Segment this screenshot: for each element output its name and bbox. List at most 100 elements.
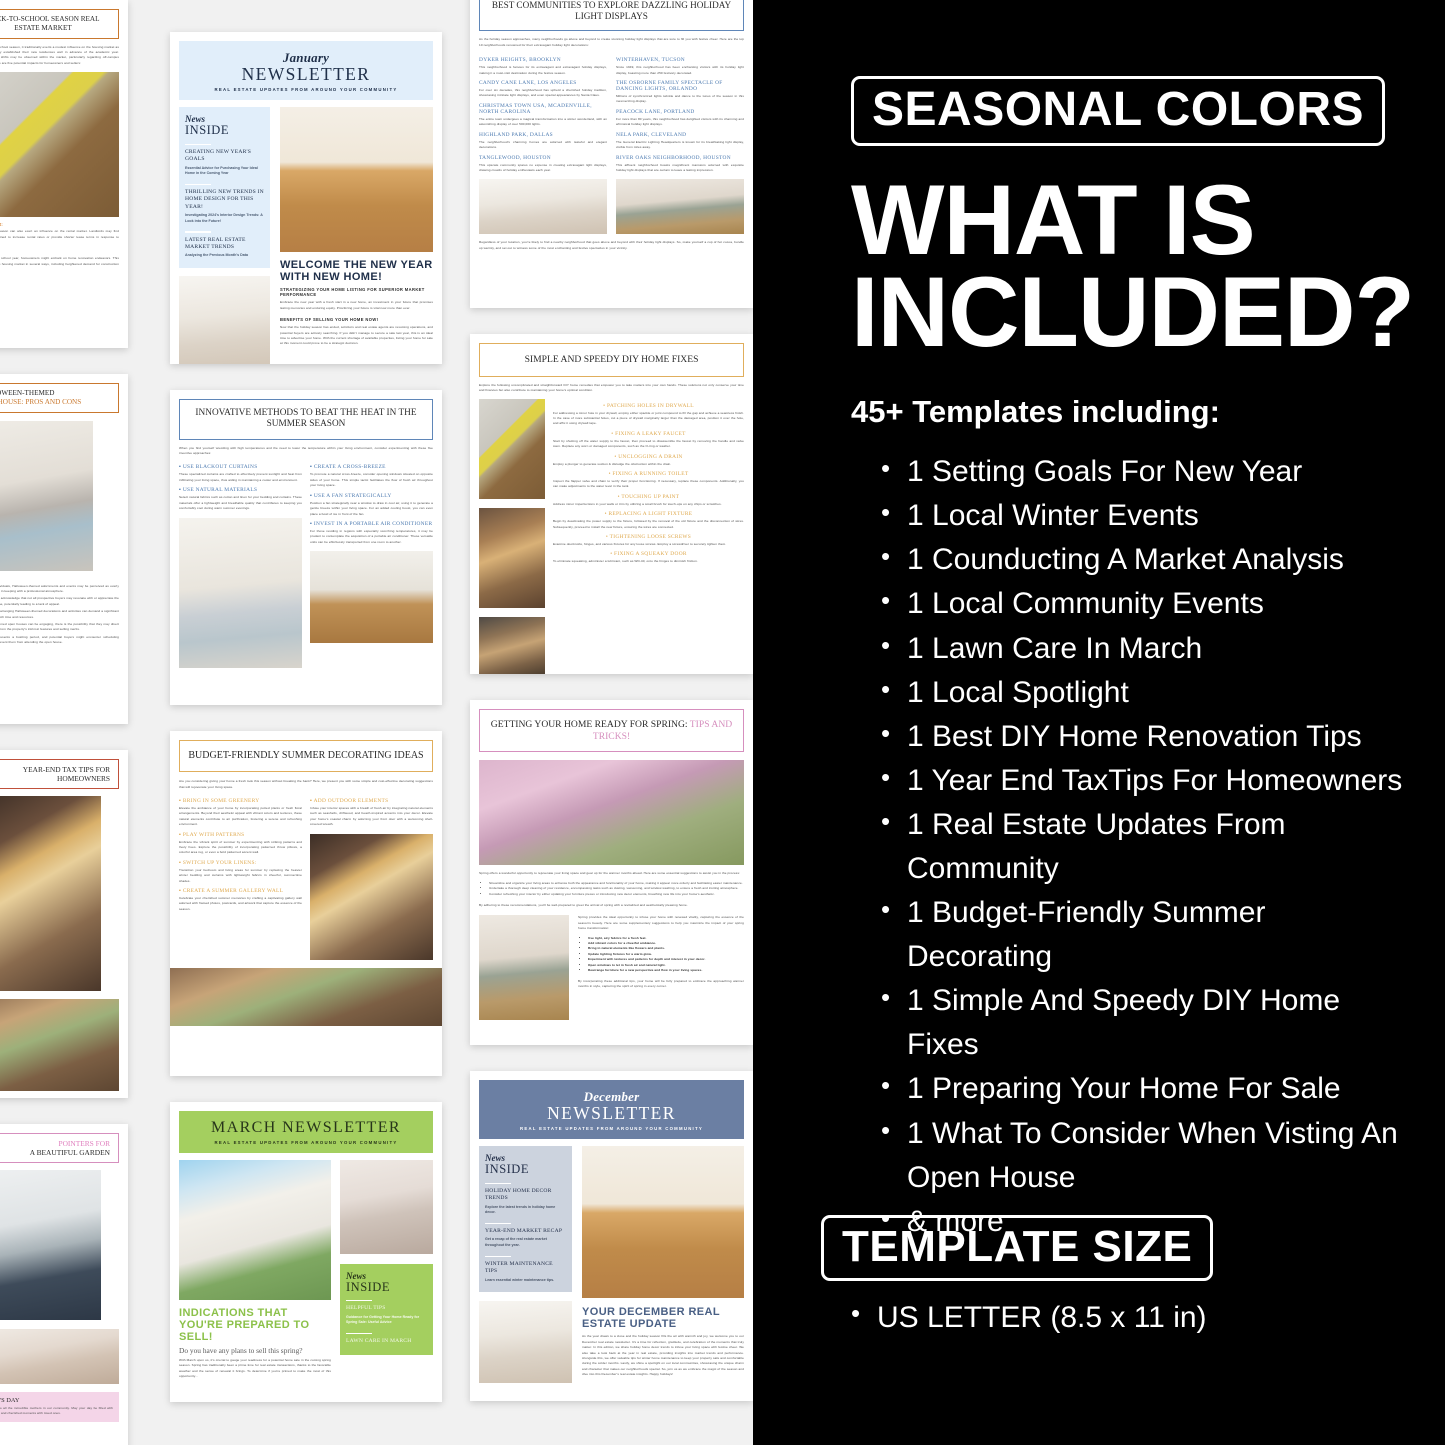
preview-column-left: BACK-TO-SCHOOL SEASON REAL ESTATE MARKET… [0, 0, 128, 1445]
entry-text: This affluent neighborhood boasts magnif… [616, 162, 744, 172]
news-item-heading: HOLIDAY HOME DECOR TRENDS [485, 1188, 552, 1202]
news-item-heading: WINTER MAINTENANCE TIPS [485, 1260, 553, 1275]
preview-card-holiday-lights[interactable]: BEST COMMUNITIES TO EXPLORE DAZZLING HOL… [470, 0, 753, 308]
list-item: While these themed open houses can be en… [0, 622, 119, 633]
card-title-line1: HALLOWEEN-THEMED [0, 389, 55, 397]
card-photo-secondary [179, 275, 270, 364]
preview-card-diy-fixes[interactable]: SIMPLE AND SPEEDY DIY HOME FIXES Explore… [470, 334, 753, 674]
divider [185, 183, 211, 186]
news-item-heading: LAWN CARE IN MARCH [346, 1338, 412, 1345]
card-title-box: HALLOWEEN-THEMED OPEN HOUSE: PROS AND CO… [0, 383, 119, 413]
mothers-day-text: Warmest wishes to all the incredible mot… [0, 1406, 113, 1416]
tip-text: Inspect the flapper valve and chain to v… [553, 478, 744, 489]
newsletter-title: MARCH NEWSLETTER [211, 1119, 401, 1136]
list-item: 1 Budget-Friendly Summer Decorating [881, 890, 1415, 979]
card-kicker-2: BENEFITS OF SELLING YOUR HOME NOW! [280, 317, 379, 323]
page-title: WHAT IS INCLUDED? [851, 170, 1415, 361]
card-photo-secondary [479, 915, 569, 1021]
list-item: For certain individuals, Halloween-theme… [0, 584, 119, 595]
card-title-box: POINTERS FOR A BEAUTIFUL GARDEN [0, 1133, 119, 1164]
entry-heading: TANGLEWOOD, HOUSTON [479, 154, 551, 161]
entry-heading: CANDY CANE LANE, LOS ANGELES [479, 80, 577, 87]
card-mid-text: By adhering to these recommendations, yo… [479, 903, 688, 908]
card-intro: As the holiday season approaches, many n… [479, 37, 744, 47]
newsletter-header: January NEWSLETTER REAL ESTATE UPDATES F… [179, 41, 433, 101]
list-item: 1 Lawn Care In March [881, 625, 1415, 671]
list-item: Undertake a thorough deep cleaning of yo… [489, 886, 744, 891]
tip-text: Begin by deactivating the power supply t… [553, 519, 744, 529]
tip-text: Elevate the ambiance of your home by inc… [179, 806, 302, 827]
card-photo-secondary [616, 179, 744, 235]
tip-text: Infuse your interior spaces with a breat… [310, 806, 433, 827]
card-headline-line2: YOU'RE PREPARED TO SELL! [179, 1318, 310, 1343]
preview-card-garden[interactable]: POINTERS FOR A BEAUTIFUL GARDEN MOTHER'S… [0, 1124, 128, 1445]
entry-heading: WINTERHAVEN, TUCSON [616, 57, 685, 64]
preview-card-tax-tips[interactable]: YEAR-END TAX TIPS FOR HOMEOWNERS [0, 750, 128, 1098]
news-inside-box: News INSIDE HOLIDAY HOME DECOR TRENDS Ex… [479, 1146, 572, 1293]
newsletter-title: NEWSLETTER [241, 64, 371, 84]
tip-text: To eliminate squeaking, administer a lub… [553, 559, 698, 564]
newsletter-subtitle: REAL ESTATE UPDATES FROM AROUND YOUR COM… [214, 87, 398, 93]
divider [185, 143, 211, 146]
preview-column-center: January NEWSLETTER REAL ESTATE UPDATES F… [170, 0, 442, 1428]
tip-text: Celebrate your cherished summer memories… [179, 896, 302, 911]
entry-heading: HIGHLAND PARK, DALLAS [479, 131, 553, 138]
entry-heading: RIVER OAKS NEIGHBORHOOD, HOUSTON [616, 154, 731, 161]
preview-card-halloween[interactable]: HALLOWEEN-THEMED OPEN HOUSE: PROS AND CO… [0, 374, 128, 724]
template-size-ribbon: TEMPLATE SIZE [821, 1215, 1214, 1281]
cons-heading: CONS: [0, 577, 119, 582]
card-title-line2: OPEN HOUSE: PROS AND CONS [0, 397, 82, 406]
list-item: 1 Local Community Events [881, 581, 1415, 626]
entry-text: For over six decades, this neighborhood … [479, 88, 607, 98]
divider [346, 1300, 372, 1302]
tip-heading: • FIXING A RUNNING TOILET [608, 470, 689, 477]
tip-heading: • PATCHING HOLES IN DRYWALL [603, 402, 694, 409]
template-size-section: TEMPLATE SIZE US LETTER (8.5 x 11 in) [753, 1215, 1445, 1339]
list-item: Consider refreshing your interior by eit… [489, 892, 744, 897]
template-previews-panel: BACK-TO-SCHOOL SEASON REAL ESTATE MARKET… [0, 0, 753, 1445]
card-title-box: YEAR-END TAX TIPS FOR HOMEOWNERS [0, 759, 119, 790]
preview-card-budget-summer[interactable]: BUDGET-FRIENDLY SUMMER DECORATING IDEAS … [170, 731, 442, 1076]
card-title-box: BEST COMMUNITIES TO EXPLORE DAZZLING HOL… [479, 0, 744, 32]
preview-card-march-newsletter[interactable]: MARCH NEWSLETTER REAL ESTATE UPDATES FRO… [170, 1102, 442, 1402]
seasonal-colors-ribbon: SEASONAL COLORS [851, 76, 1385, 146]
tip-text: For addressing a minor hole in your dryw… [553, 410, 744, 426]
preview-column-right: BEST COMMUNITIES TO EXPLORE DAZZLING HOL… [470, 0, 753, 1427]
tip-text: Examine doorknobs, hinges, and various f… [553, 541, 727, 546]
tip-heading: • FIXING A LEAKY FAUCET [611, 430, 686, 437]
list-item: 1 Year End TaxTips For Homeowners [881, 758, 1415, 803]
divider [185, 231, 211, 233]
card-photo-secondary [0, 999, 119, 1092]
news-item-text: Learn essential winter maintenance tips. [485, 1277, 555, 1282]
list-item: 1 Preparing Your Home For Sale [881, 1066, 1415, 1111]
preview-card-december-newsletter[interactable]: December NEWSLETTER REAL ESTATE UPDATES … [470, 1071, 753, 1401]
entry-text: The General Electric Lighting Headquarte… [616, 139, 744, 150]
template-size-label: TEMPLATE SIZE [842, 1222, 1193, 1271]
list-item: The process of arranging Halloween-theme… [0, 609, 119, 620]
list-item: 1 Counducting A Market Analysis [881, 537, 1415, 582]
divider [485, 1182, 511, 1185]
list-item: 1 What To Consider When Visting An Open … [881, 1111, 1415, 1200]
card-title-box: GETTING YOUR HOME READY FOR SPRING: TIPS… [479, 709, 744, 753]
tip-text: Position a fan strategically near a wind… [310, 500, 433, 516]
card-title-box: INNOVATIVE METHODS TO BEAT THE HEAT IN T… [179, 399, 433, 440]
card-photo-secondary [479, 1301, 572, 1384]
card-title: BUDGET-FRIENDLY SUMMER DECORATING IDEAS [188, 750, 424, 761]
card-photo [280, 107, 433, 253]
list-item: US LETTER (8.5 x 11 in) [851, 1295, 1445, 1339]
list-item: Rearrange furniture for a new perspectiv… [588, 968, 744, 973]
preview-card-summer-heat[interactable]: INNOVATIVE METHODS TO BEAT THE HEAT IN T… [170, 390, 442, 705]
preview-card-back-to-school[interactable]: BACK-TO-SCHOOL SEASON REAL ESTATE MARKET… [0, 0, 128, 348]
preview-card-spring-ready[interactable]: GETTING YOUR HOME READY FOR SPRING: TIPS… [470, 700, 753, 1045]
newsletter-title: NEWSLETTER [547, 1103, 676, 1123]
tip-heading: ▪ BRING IN SOME GREENERY [179, 798, 260, 804]
card-question: Do you have any plans to sell this sprin… [179, 1345, 303, 1355]
entry-heading: NELA PARK, CLEVELAND [616, 131, 687, 138]
entry-text: For more than 80 years, this neighborhoo… [616, 116, 744, 127]
card-title-box: BACK-TO-SCHOOL SEASON REAL ESTATE MARKET [0, 9, 119, 39]
included-templates-list: 1 Setting Goals For New Year 1 Local Win… [881, 449, 1415, 1244]
card-title-line2: A BEAUTIFUL GARDEN [29, 1148, 110, 1158]
card-photo-secondary [310, 551, 433, 644]
info-panel: SEASONAL COLORS WHAT IS INCLUDED? 45+ Te… [753, 0, 1445, 1445]
preview-card-january-newsletter[interactable]: January NEWSLETTER REAL ESTATE UPDATES F… [170, 32, 442, 364]
